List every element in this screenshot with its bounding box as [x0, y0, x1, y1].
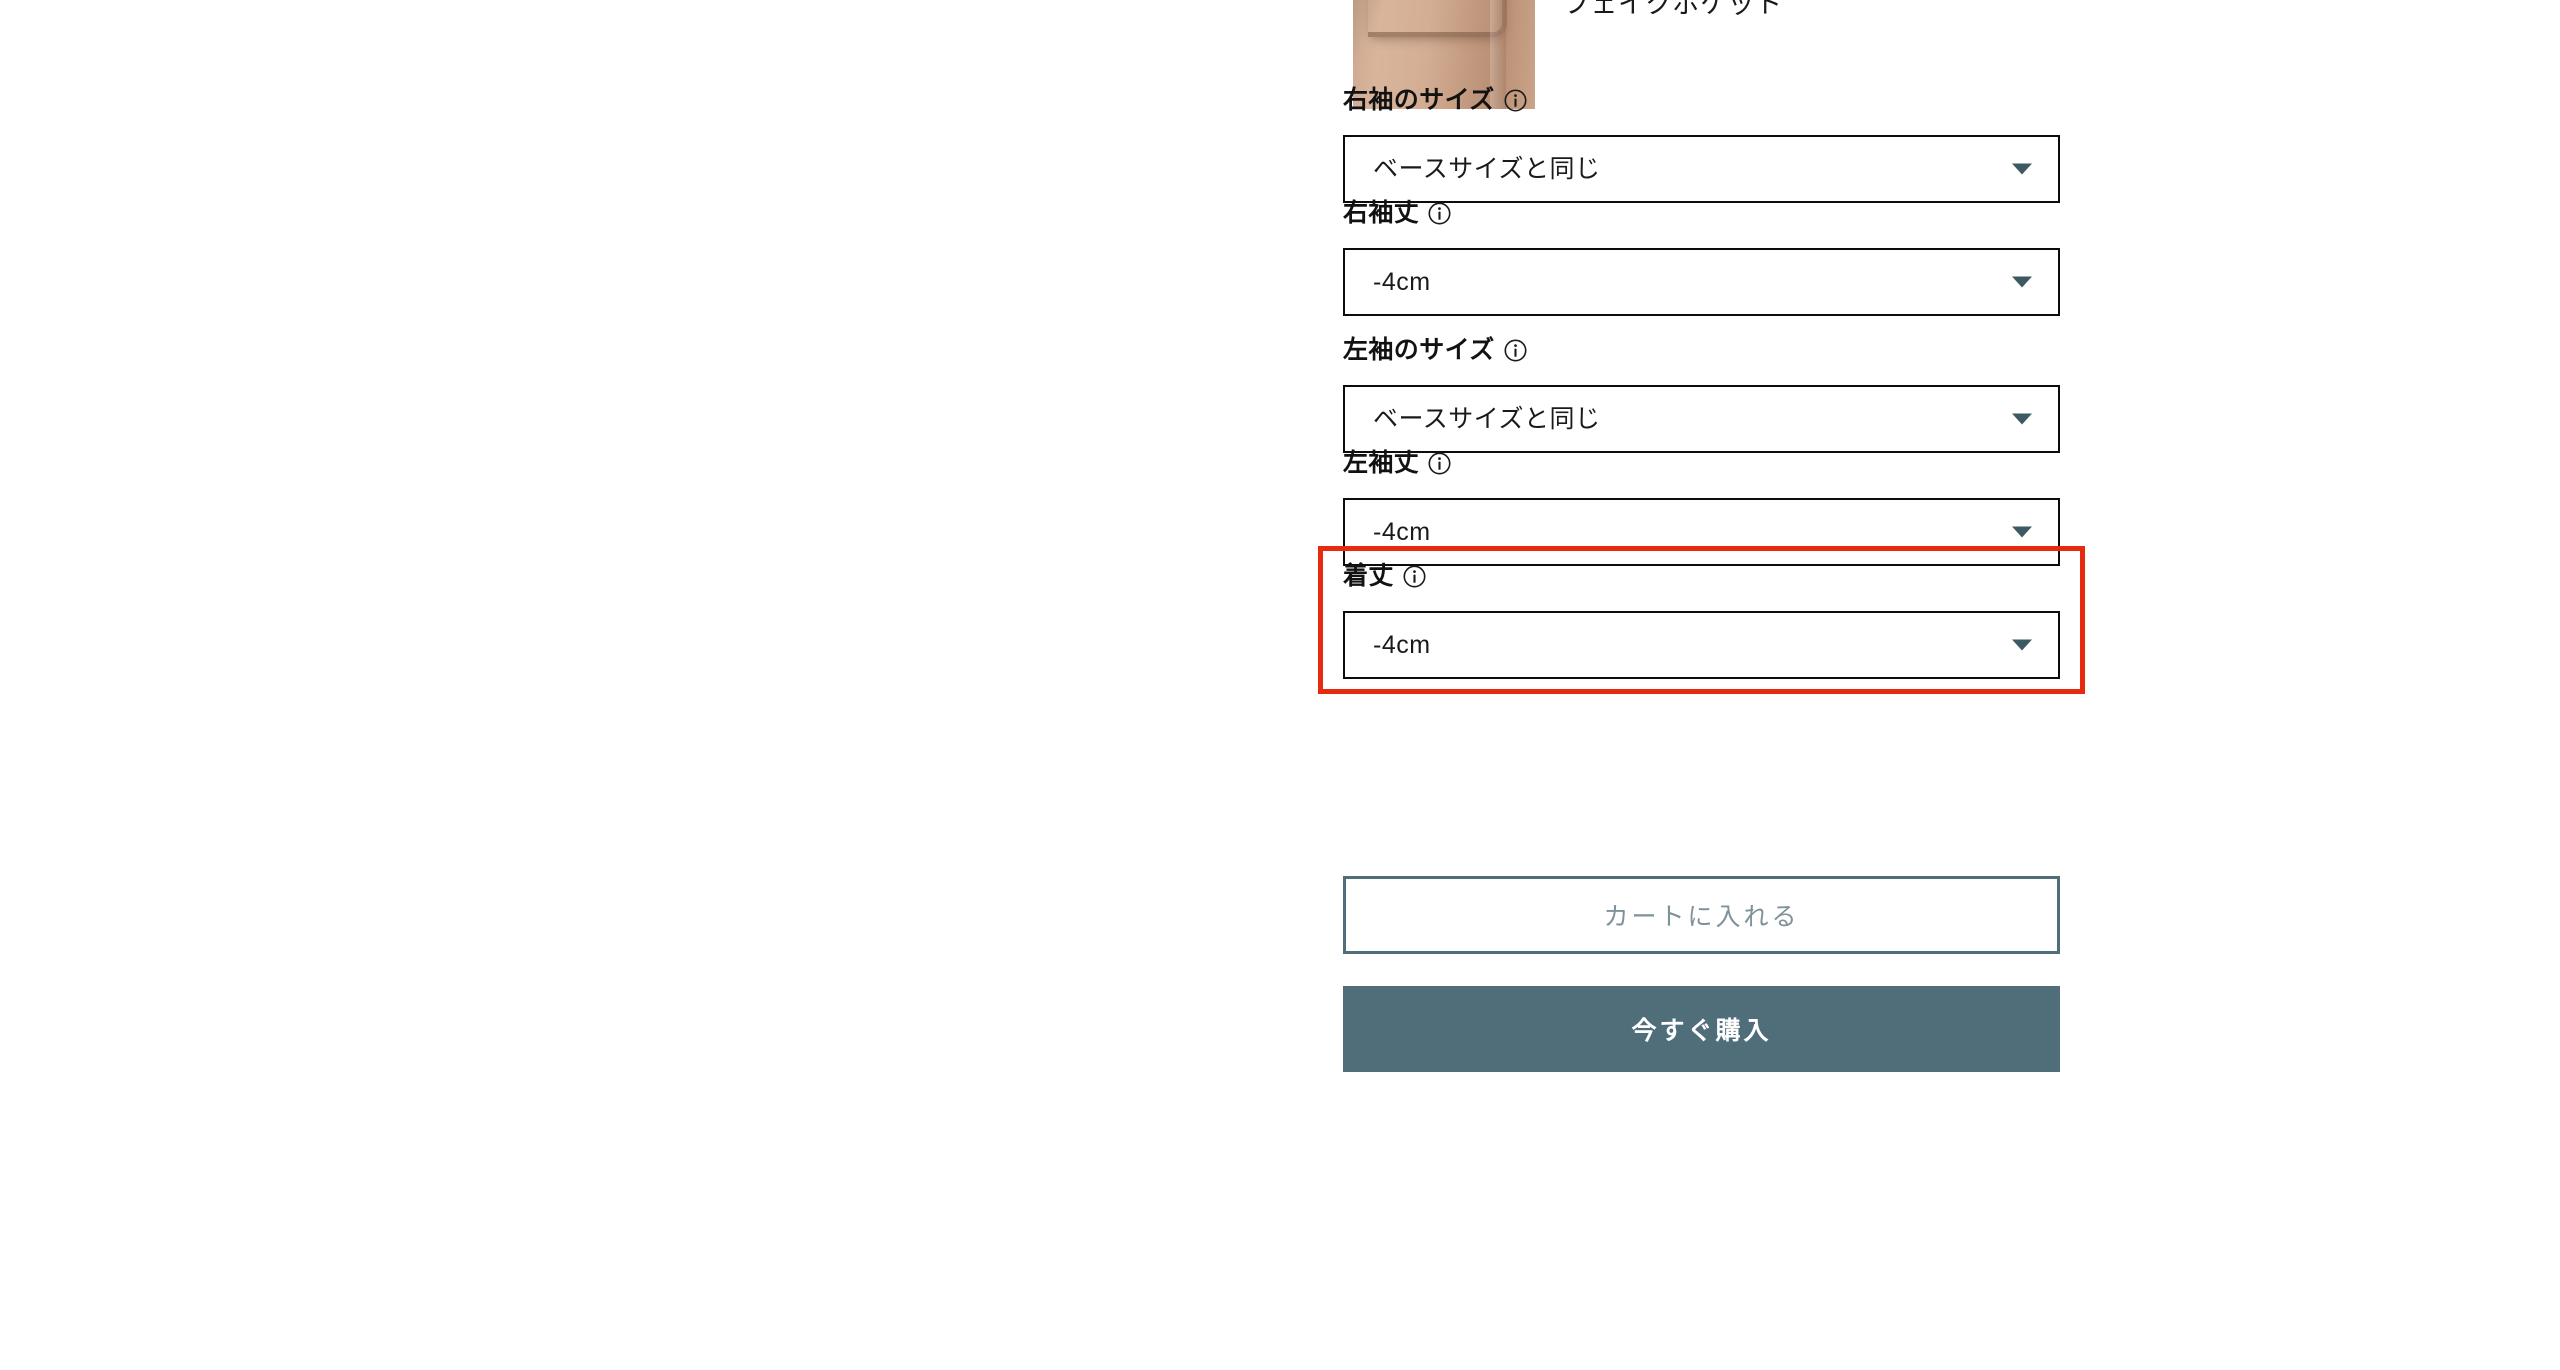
select-value-left-sleeve-length: -4cm: [1373, 517, 1431, 546]
select-left-sleeve-size[interactable]: ベースサイズと同じ: [1343, 385, 2060, 453]
label-text-right-sleeve-length: 右袖丈: [1343, 199, 1420, 227]
info-circle-icon[interactable]: [1428, 452, 1451, 475]
selected-option-label: フェイクポケット: [1563, 0, 1783, 19]
info-circle-icon[interactable]: [1504, 89, 1527, 112]
select-value-left-sleeve-size: ベースサイズと同じ: [1373, 404, 1601, 433]
chevron-down-icon: [2012, 413, 2032, 425]
info-circle-icon[interactable]: [1403, 565, 1426, 588]
label-text-left-sleeve-size: 左袖のサイズ: [1343, 336, 1495, 364]
info-circle-icon[interactable]: [1428, 202, 1451, 225]
label-text-right-sleeve-size: 右袖のサイズ: [1343, 86, 1495, 114]
info-circle-icon[interactable]: [1504, 339, 1527, 362]
select-value-right-sleeve-length: -4cm: [1373, 267, 1431, 296]
label-text-body-length: 着丈: [1343, 562, 1394, 590]
label-right-sleeve-size: 右袖のサイズ: [1343, 88, 2060, 113]
select-value-body-length: -4cm: [1373, 630, 1431, 659]
label-text-left-sleeve-length: 左袖丈: [1343, 449, 1420, 477]
add-to-cart-button[interactable]: カートに入れる: [1343, 876, 2060, 954]
field-body-length: 着丈 -4cm: [1318, 546, 2085, 694]
field-right-sleeve-length: 右袖丈 -4cm: [1343, 201, 2060, 316]
chevron-down-icon: [2012, 276, 2032, 288]
select-value-right-sleeve-size: ベースサイズと同じ: [1373, 154, 1601, 183]
field-left-sleeve-size: 左袖のサイズ ベースサイズと同じ: [1343, 338, 2060, 453]
chevron-down-icon: [2012, 526, 2032, 538]
product-customization-page: フェイクポケット 右袖のサイズ ベースサイズと同じ 右袖丈 -4cm 左袖のサイ…: [0, 0, 2560, 1370]
select-body-length[interactable]: -4cm: [1343, 611, 2060, 679]
label-left-sleeve-length: 左袖丈: [1343, 451, 2060, 476]
buy-now-button[interactable]: 今すぐ購入: [1343, 986, 2060, 1072]
label-body-length: 着丈: [1343, 564, 2060, 589]
select-left-sleeve-length[interactable]: -4cm: [1343, 498, 2060, 566]
label-right-sleeve-length: 右袖丈: [1343, 201, 2060, 226]
chevron-down-icon: [2012, 639, 2032, 651]
select-right-sleeve-size[interactable]: ベースサイズと同じ: [1343, 135, 2060, 203]
field-left-sleeve-length: 左袖丈 -4cm: [1343, 451, 2060, 566]
chevron-down-icon: [2012, 163, 2032, 175]
field-right-sleeve-size: 右袖のサイズ ベースサイズと同じ: [1343, 88, 2060, 203]
select-right-sleeve-length[interactable]: -4cm: [1343, 248, 2060, 316]
label-left-sleeve-size: 左袖のサイズ: [1343, 338, 2060, 363]
